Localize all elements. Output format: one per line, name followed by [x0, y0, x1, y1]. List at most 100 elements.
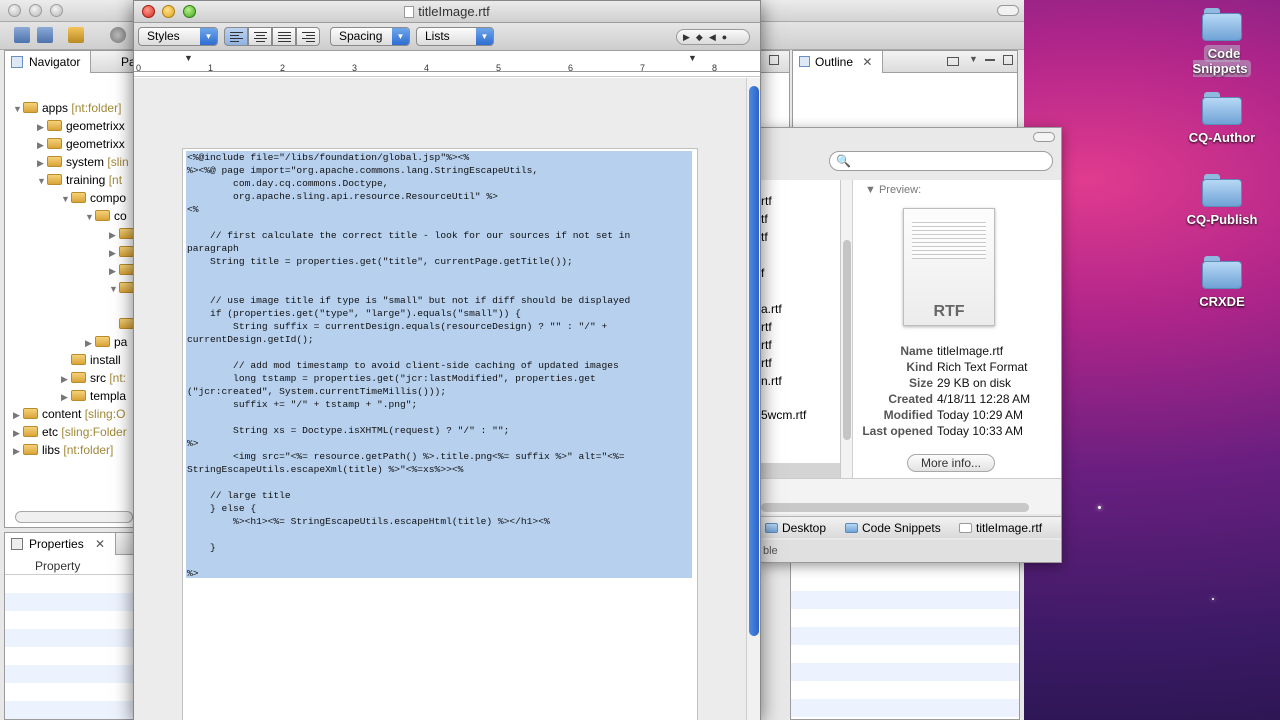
ruler[interactable]: ▼ ▼ 0 1 2 3 4 5 6 7 8	[134, 51, 760, 77]
minimize-view-icon[interactable]	[985, 59, 995, 61]
file-item[interactable]: f	[761, 264, 806, 282]
justify-button[interactable]	[272, 27, 296, 46]
horizontal-scroll-area	[761, 478, 1061, 514]
tree-item-child[interactable]: ▶	[109, 243, 133, 261]
expanded-triangle-icon: ▼	[13, 104, 22, 114]
path-item-desktop[interactable]: Desktop	[765, 521, 826, 535]
tree-item-pages[interactable]: ▶ pa	[85, 333, 127, 351]
right-margin-marker-icon[interactable]: ▼	[688, 53, 697, 63]
tree-item-src[interactable]: ▶ src [nt:	[61, 369, 126, 387]
lists-popup[interactable]: Lists ▼	[416, 27, 494, 46]
collapsed-triangle-icon: ▶	[13, 410, 20, 420]
zoom-button[interactable]	[50, 4, 63, 17]
finder-window: 🔍 rtf tf tf f a.rtf rtf rtf rtf n.rtf 5w…	[760, 127, 1062, 563]
path-item-file[interactable]: titleImage.rtf	[959, 521, 1042, 535]
folder-icon	[119, 282, 133, 293]
minimize-button[interactable]	[162, 5, 175, 18]
tree-item-child[interactable]: ▶	[109, 261, 133, 279]
close-button[interactable]	[8, 4, 21, 17]
save-icon[interactable]	[14, 27, 30, 43]
folder-icon	[119, 318, 133, 329]
align-right-button[interactable]	[296, 27, 320, 46]
tree-item-training[interactable]: ▼ training [nt	[37, 171, 122, 189]
tree-item-geometrixx[interactable]: ▶ geometrixx	[37, 117, 125, 135]
path-item-code-snippets[interactable]: Code Snippets	[845, 521, 941, 535]
align-center-button[interactable]	[248, 27, 272, 46]
ruler-number: 6	[568, 63, 574, 73]
scrollbar-thumb[interactable]	[749, 86, 759, 636]
file-item[interactable]: rtf	[761, 336, 806, 354]
file-item[interactable]: n.rtf	[761, 372, 806, 390]
tree-item-apps[interactable]: ▼ apps [nt:folder]	[13, 99, 121, 117]
tree-item-label: content	[42, 407, 82, 421]
info-key: Kind	[906, 360, 933, 374]
tree-item-child[interactable]: ▼	[109, 279, 133, 297]
tree-item-components[interactable]: ▼ compo	[61, 189, 126, 207]
vertical-scrollbar[interactable]	[746, 78, 760, 720]
left-margin-marker-icon[interactable]: ▼	[184, 53, 193, 63]
tree-item-co[interactable]: ▼ co	[85, 207, 127, 225]
minimize-button[interactable]	[29, 4, 42, 17]
tree-item-child[interactable]: ▶	[109, 225, 133, 243]
file-item[interactable]: tf	[761, 228, 806, 246]
gear-icon[interactable]	[110, 27, 126, 43]
folder-icon	[23, 408, 38, 419]
deploy-icon[interactable]	[68, 27, 84, 43]
tree-item-system[interactable]: ▶ system [slin	[37, 153, 129, 171]
desktop-icon-code-snippets[interactable]: Code Snippets	[1180, 8, 1264, 77]
tree-item-geometrixx[interactable]: ▶ geometrixx	[37, 135, 125, 153]
tree-item-content[interactable]: ▶ content [sling:O	[13, 405, 125, 423]
toolbar-toggle-button[interactable]	[1033, 132, 1055, 142]
zoom-button[interactable]	[183, 5, 196, 18]
folder-icon	[71, 372, 86, 383]
tab-properties[interactable]: Properties ✕	[5, 533, 117, 555]
view-menu-icon[interactable]: ▼	[969, 54, 978, 64]
more-info-button[interactable]: More info...	[907, 454, 995, 472]
document-thumbnail: RTF	[903, 208, 995, 326]
save-all-icon[interactable]	[37, 27, 53, 43]
close-icon[interactable]: ✕	[862, 55, 872, 69]
selected-file-row[interactable]	[761, 463, 840, 479]
file-item[interactable]: rtf	[761, 318, 806, 336]
toolbar-toggle-button[interactable]	[997, 5, 1019, 16]
spacing-popup[interactable]: Spacing ▼	[330, 27, 410, 46]
styles-popup[interactable]: Styles ▼	[138, 27, 218, 46]
file-item[interactable]: tf	[761, 210, 806, 228]
maximize-icon[interactable]	[769, 55, 779, 65]
file-item[interactable]: rtf	[761, 354, 806, 372]
tree-item-child[interactable]	[119, 315, 133, 333]
properties-column-header[interactable]: Property	[5, 557, 133, 575]
file-item[interactable]: a.rtf	[761, 300, 806, 318]
path-label: titleImage.rtf	[976, 521, 1043, 535]
tree-item-libs[interactable]: ▶ libs [nt:folder]	[13, 441, 113, 459]
tab-stops-control[interactable]: ▶◆◀●	[676, 29, 750, 45]
document-text[interactable]: <%@include file="/libs/foundation/global…	[187, 151, 695, 580]
textedit-window: titleImage.rtf Styles ▼ Spacing ▼ Lists ▼ ▶…	[133, 0, 761, 720]
search-input[interactable]: 🔍	[829, 151, 1053, 171]
styles-label: Styles	[147, 29, 180, 43]
file-item[interactable]: rtf	[761, 192, 806, 210]
navigator-hscrollbar[interactable]	[15, 511, 133, 523]
tab-outline[interactable]: Outline ✕	[793, 51, 884, 73]
desktop-icon-cq-publish[interactable]: CQ-Publish	[1180, 174, 1264, 227]
tab-navigator[interactable]: Navigator	[5, 51, 92, 73]
tree-item-type: [nt:	[109, 371, 127, 385]
path-label: Desktop	[782, 521, 827, 535]
close-icon[interactable]: ✕	[95, 537, 105, 551]
collapse-all-icon[interactable]	[947, 57, 959, 66]
tree-item-templates[interactable]: ▶ templa	[61, 387, 126, 405]
align-left-button[interactable]	[224, 27, 248, 46]
tree-item-install[interactable]: install	[71, 351, 121, 369]
desktop-icon-crxde[interactable]: CRXDE	[1180, 256, 1264, 309]
file-item[interactable]: 5wcm.rtf	[761, 406, 806, 424]
collapsed-triangle-icon: ▶	[61, 374, 68, 384]
tree-item-etc[interactable]: ▶ etc [sling:Folder	[13, 423, 127, 441]
folder-icon	[95, 210, 110, 221]
folder-icon	[765, 523, 778, 533]
desktop-icon-cq-author[interactable]: CQ-Author	[1180, 92, 1264, 145]
properties-row	[5, 593, 133, 611]
horizontal-scrollbar[interactable]	[761, 503, 1029, 512]
info-value: Rich Text Format	[937, 360, 1028, 374]
close-button[interactable]	[142, 5, 155, 18]
maximize-view-icon[interactable]	[1003, 55, 1013, 65]
